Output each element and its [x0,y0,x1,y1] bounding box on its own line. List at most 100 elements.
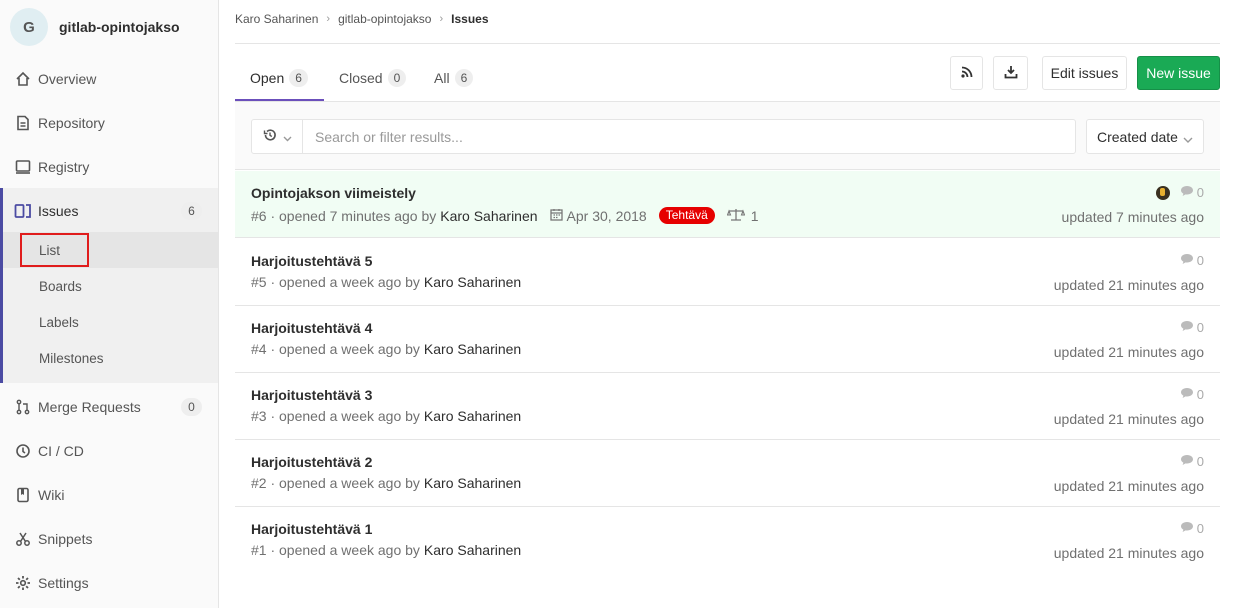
calendar-icon [549,208,563,224]
tab-label: All [434,69,450,86]
issue-title[interactable]: Harjoitustehtävä 1 [251,521,372,537]
issue-author[interactable]: Karo Saharinen [440,208,537,224]
sidebar-item-label: Registry [38,159,90,175]
sort-dropdown[interactable]: Created date [1086,119,1204,154]
issue-title[interactable]: Opintojakson viimeistely [251,185,416,201]
comment-icon [1180,320,1194,335]
sidebar-item-merge-requests[interactable]: Merge Requests 0 [0,385,218,429]
sidebar-sub-item-labels[interactable]: Labels [39,315,79,330]
issue-author[interactable]: Karo Saharinen [424,542,521,558]
sidebar-item-wiki[interactable]: Wiki [0,473,218,517]
issue-meta: #5 · opened a week ago by Karo Saharinen [251,274,521,290]
sidebar-item-ci-cd[interactable]: CI / CD [0,429,218,473]
comment-count: 0 [1196,320,1204,335]
tab-closed[interactable]: Closed 0 [339,54,407,101]
issue-stats: 0 [1180,387,1204,402]
issue-title[interactable]: Harjoitustehtävä 2 [251,454,372,470]
project-header[interactable]: G gitlab-opintojakso [10,8,180,46]
recent-searches-button[interactable] [251,119,303,154]
issue-title[interactable]: Harjoitustehtävä 5 [251,253,372,269]
comment-icon [1180,521,1194,536]
issue-ref: #4 · opened a week ago by [251,341,420,357]
issue-updated: updated 7 minutes ago [1061,209,1204,225]
issue-ref: #3 · opened a week ago by [251,408,420,424]
edit-issues-button[interactable]: Edit issues [1042,56,1127,90]
tab-count: 6 [454,68,474,87]
sidebar-item-label: Snippets [38,531,93,547]
export-button[interactable] [993,56,1028,90]
issue-meta: #1 · opened a week ago by Karo Saharinen [251,542,521,558]
sidebar-item-label: Overview [38,71,97,87]
search-input[interactable] [302,119,1076,154]
assignee-avatar[interactable] [1155,185,1170,200]
comment-count: 0 [1196,253,1204,268]
chevron-down-icon [283,129,292,145]
sidebar-item-label: Settings [38,575,89,591]
sidebar-item-repository[interactable]: Repository [0,101,218,145]
issue-updated: updated 21 minutes ago [1053,344,1204,360]
issue-row: Harjoitustehtävä 2 #2 · opened a week ag… [235,440,1220,507]
sort-label: Created date [1097,128,1178,145]
comment-icon [1180,253,1194,268]
issue-stats: 0 [1180,521,1204,536]
chevron-right-icon: › [439,13,444,25]
issue-updated: updated 21 minutes ago [1053,277,1204,293]
weight-icon [726,208,746,224]
file-icon [14,114,32,132]
issue-ref: #5 · opened a week ago by [251,274,420,290]
sidebar-item-issues[interactable]: Issues 6 [0,189,218,233]
issue-label[interactable]: Tehtävä [658,207,715,224]
comment-icon [1180,185,1194,200]
merge-requests-count-badge: 0 [181,398,202,416]
issue-author[interactable]: Karo Saharinen [424,408,521,424]
issue-author[interactable]: Karo Saharinen [424,274,521,290]
rocket-icon [14,442,32,460]
merge-request-icon [14,398,32,416]
rss-icon [960,65,973,81]
issue-title[interactable]: Harjoitustehtävä 3 [251,387,372,403]
issue-ref: #1 · opened a week ago by [251,542,420,558]
issue-ref: #6 · opened 7 minutes ago by [251,207,437,224]
issue-meta: #6 · opened 7 minutes ago by Karo Sahari… [251,207,759,224]
sidebar-sub-item-milestones[interactable]: Milestones [39,351,104,366]
issue-title[interactable]: Harjoitustehtävä 4 [251,320,372,336]
tab-open[interactable]: Open 6 [250,54,308,101]
sidebar-item-settings[interactable]: Settings [0,561,218,605]
issue-row: Opintojakson viimeistely #6 · opened 7 m… [235,171,1220,238]
issue-stats: 0 [1180,253,1204,268]
history-icon [263,128,277,145]
issue-meta: #2 · opened a week ago by Karo Saharinen [251,475,521,491]
comment-icon [1180,454,1194,469]
breadcrumb-project[interactable]: gitlab-opintojakso [338,12,431,26]
issue-row: Harjoitustehtävä 1 #1 · opened a week ag… [235,507,1220,574]
tab-all[interactable]: All 6 [434,54,474,101]
gear-icon [14,574,32,592]
list-highlight-box [20,233,89,267]
breadcrumb-user[interactable]: Karo Saharinen [235,12,318,26]
comment-icon [1180,387,1194,402]
book-icon [14,486,32,504]
sidebar-item-registry[interactable]: Registry [0,145,218,189]
divider [235,43,1220,44]
issue-weight: 1 [750,207,759,224]
new-issue-button[interactable]: New issue [1137,56,1220,90]
sidebar-sub-item-boards[interactable]: Boards [39,279,82,294]
issue-row: Harjoitustehtävä 5 #5 · opened a week ag… [235,239,1220,306]
comment-count: 0 [1196,521,1204,536]
issue-updated: updated 21 minutes ago [1053,478,1204,494]
issue-author[interactable]: Karo Saharinen [424,341,521,357]
tab-count: 0 [387,68,407,87]
rss-button[interactable] [950,56,983,90]
issue-meta: #4 · opened a week ago by Karo Saharinen [251,341,521,357]
sidebar-item-label: Merge Requests [38,399,141,415]
download-icon [1004,65,1018,82]
comment-count: 0 [1196,185,1204,200]
issue-stats: 0 [1180,454,1204,469]
breadcrumb-current[interactable]: Issues [451,12,488,26]
sidebar-item-overview[interactable]: Overview [0,57,218,101]
issue-author[interactable]: Karo Saharinen [424,475,521,491]
project-avatar: G [10,8,48,46]
home-icon [14,70,32,88]
sidebar-item-snippets[interactable]: Snippets [0,517,218,561]
project-name[interactable]: gitlab-opintojakso [59,19,180,35]
